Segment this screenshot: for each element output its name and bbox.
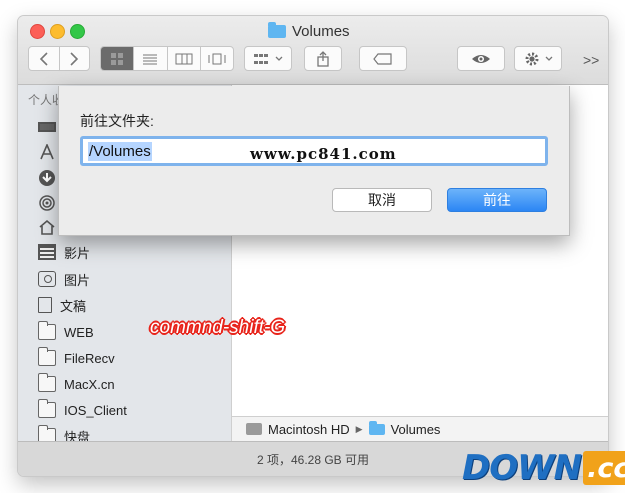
camera-icon bbox=[38, 271, 56, 287]
chevron-right-icon bbox=[70, 51, 79, 66]
sidebar-item-label: 图片 bbox=[64, 272, 91, 288]
window-title: Volumes bbox=[268, 21, 350, 40]
go-to-folder-dialog: 前往文件夹: /Volumes www.pc841.com 取消 前往 bbox=[58, 86, 570, 236]
folder-path-value: /Volumes bbox=[88, 141, 152, 161]
sidebar-item-label: MacX.cn bbox=[64, 376, 115, 392]
close-window-button[interactable] bbox=[30, 24, 45, 39]
sidebar-item-ios-client[interactable]: IOS_Client bbox=[38, 399, 127, 420]
path-bar: Macintosh HD ▶ Volumes bbox=[232, 416, 608, 441]
folder-icon bbox=[38, 373, 56, 392]
eye-icon bbox=[472, 54, 490, 63]
zoom-window-button[interactable] bbox=[70, 24, 85, 39]
document-icon bbox=[38, 297, 52, 313]
sidebar-item-label: WEB bbox=[64, 324, 94, 340]
tag-icon bbox=[373, 52, 392, 65]
site-logo: DOWN .cc bbox=[462, 445, 625, 491]
airdrop-icon bbox=[38, 194, 56, 211]
drive-icon bbox=[38, 122, 56, 132]
arrange-menu-button[interactable] bbox=[244, 46, 292, 71]
minimize-window-button[interactable] bbox=[50, 24, 65, 39]
path-separator-icon: ▶ bbox=[355, 423, 363, 434]
view-mode-control bbox=[100, 46, 234, 71]
logo-main: DOWN bbox=[462, 448, 582, 488]
path-drive[interactable]: Macintosh HD bbox=[268, 422, 350, 437]
list-view-button[interactable] bbox=[134, 47, 168, 70]
forward-button[interactable] bbox=[60, 47, 90, 70]
sidebar-item-filerecv[interactable]: FileRecv bbox=[38, 347, 115, 368]
column-view-button[interactable] bbox=[168, 47, 201, 70]
finder-window: Volumes >> 个人收 影片 图片 文稿 WEB FileRecv Mac… bbox=[18, 16, 608, 476]
coverflow-view-button[interactable] bbox=[201, 47, 233, 70]
toolbar: Volumes >> bbox=[18, 16, 608, 85]
arrange-icon bbox=[254, 53, 268, 64]
folder-icon bbox=[368, 420, 385, 435]
folder-icon bbox=[38, 321, 56, 340]
coverflow-icon bbox=[208, 53, 226, 64]
applications-icon bbox=[38, 142, 56, 160]
sidebar-item-label: 影片 bbox=[64, 245, 91, 261]
dialog-label: 前往文件夹: bbox=[80, 113, 154, 129]
go-button[interactable]: 前往 bbox=[447, 188, 547, 212]
sidebar-item-web[interactable]: WEB bbox=[38, 321, 94, 342]
folder-icon bbox=[268, 21, 286, 38]
share-icon bbox=[317, 50, 329, 67]
tag-button[interactable] bbox=[359, 46, 407, 71]
gear-icon bbox=[525, 52, 538, 65]
sidebar-item-documents[interactable]: 文稿 bbox=[38, 295, 86, 315]
home-icon bbox=[38, 219, 56, 235]
icon-view-button[interactable] bbox=[101, 47, 135, 70]
sidebar-item-label: IOS_Client bbox=[64, 402, 127, 418]
logo-suffix: .cc bbox=[583, 451, 625, 485]
film-icon bbox=[38, 244, 56, 260]
sidebar-item-device[interactable] bbox=[38, 117, 56, 137]
cancel-button[interactable]: 取消 bbox=[332, 188, 432, 212]
hard-drive-icon bbox=[246, 423, 262, 435]
window-title-text: Volumes bbox=[292, 22, 350, 40]
path-folder[interactable]: Volumes bbox=[391, 422, 441, 437]
columns-icon bbox=[175, 53, 193, 64]
chevron-left-icon bbox=[39, 51, 48, 66]
chevron-down-icon bbox=[545, 56, 552, 61]
quick-look-button[interactable] bbox=[457, 46, 505, 71]
action-menu-button[interactable] bbox=[514, 46, 562, 71]
back-forward-control bbox=[28, 46, 90, 71]
sidebar-item-label: 文稿 bbox=[60, 298, 87, 314]
status-text: 2 项，46.28 GB 可用 bbox=[256, 453, 370, 467]
grid-icon bbox=[111, 52, 124, 65]
sidebar-item-label: FileRecv bbox=[64, 350, 115, 366]
download-icon bbox=[38, 169, 56, 186]
sidebar-item-pictures[interactable]: 图片 bbox=[38, 269, 90, 289]
sidebar-item-macx[interactable]: MacX.cn bbox=[38, 373, 115, 394]
share-button[interactable] bbox=[304, 46, 342, 71]
toolbar-overflow-button[interactable]: >> bbox=[583, 52, 599, 68]
chevron-down-icon bbox=[275, 56, 283, 61]
sidebar-item-movies[interactable]: 影片 bbox=[38, 242, 90, 262]
sidebar-item-apps[interactable] bbox=[38, 142, 56, 162]
folder-icon bbox=[38, 399, 56, 418]
list-icon bbox=[143, 54, 158, 64]
shortcut-annotation: commnd-shift-G bbox=[150, 317, 286, 338]
sidebar-item-airdrop[interactable] bbox=[38, 192, 56, 212]
watermark-text: www.pc841.com bbox=[250, 145, 397, 163]
folder-icon bbox=[38, 347, 56, 366]
sidebar-item-downloads[interactable] bbox=[38, 167, 56, 187]
back-button[interactable] bbox=[29, 47, 60, 70]
sidebar-item-home[interactable] bbox=[38, 217, 56, 237]
